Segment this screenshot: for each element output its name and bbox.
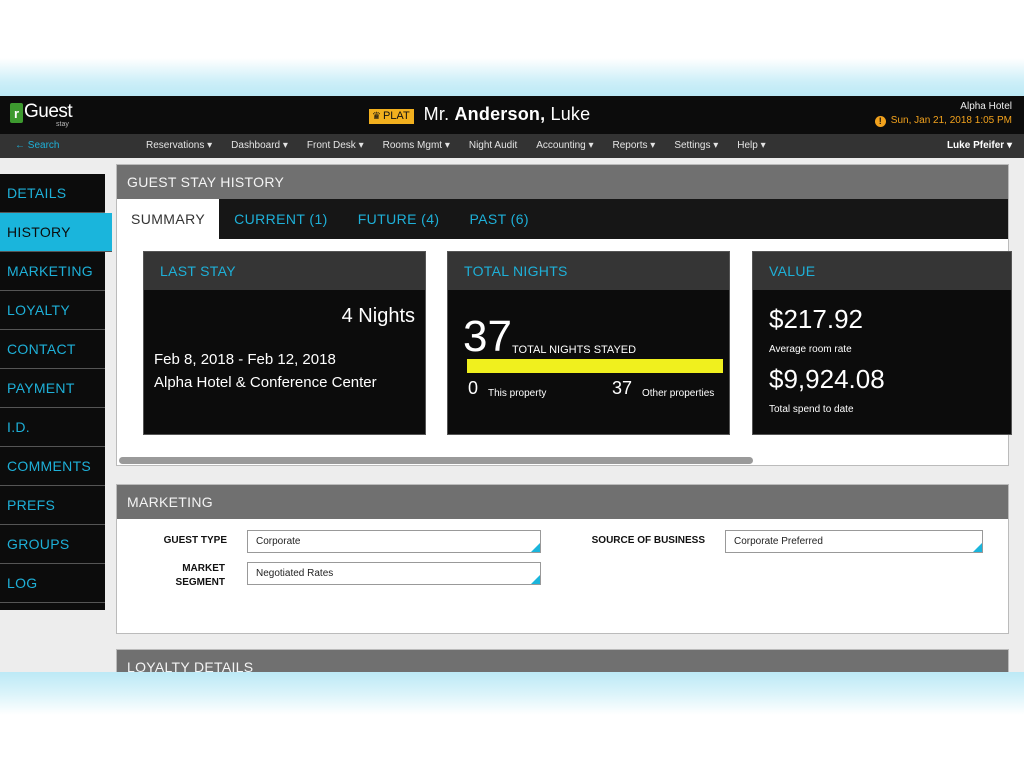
- last-stay-hotel: Alpha Hotel & Conference Center: [154, 374, 377, 391]
- other-properties-label: Other properties: [642, 388, 715, 399]
- market-segment-label-line1: MARKET: [182, 563, 225, 574]
- total-nights-card: TOTAL NIGHTS 37 TOTAL NIGHTS STAYED 0 Th…: [447, 251, 730, 435]
- market-segment-label: MARKET SEGMENT: [157, 562, 225, 590]
- nav-settings[interactable]: Settings ▾: [674, 134, 718, 158]
- nights-progress-track: [467, 359, 723, 373]
- guest-type-label: GUEST TYPE: [163, 535, 227, 546]
- nav-reservations[interactable]: Reservations ▾: [146, 134, 212, 158]
- crown-icon: ♛: [372, 110, 381, 122]
- nav-accounting[interactable]: Accounting ▾: [536, 134, 593, 158]
- value-card: VALUE $217.92 Average room rate $9,924.0…: [752, 251, 1012, 435]
- hotel-info: Alpha Hotel ! Sun, Jan 21, 2018 1:05 PM: [874, 101, 1012, 129]
- sidebar-item-marketing[interactable]: MARKETING: [0, 252, 105, 291]
- dropdown-corner-icon: [531, 575, 540, 584]
- hotel-datetime-row: ! Sun, Jan 21, 2018 1:05 PM: [874, 113, 1012, 129]
- last-stay-nights: 4 Nights: [341, 305, 415, 327]
- sidebar-item-comments[interactable]: COMMENTS: [0, 447, 105, 486]
- guest-type-value: Corporate: [256, 536, 301, 547]
- history-tabs: SUMMARY CURRENT (1) FUTURE (4) PAST (6): [117, 199, 1008, 239]
- logo-subtext: stay: [56, 121, 69, 128]
- total-nights-title: TOTAL NIGHTS: [448, 252, 729, 290]
- other-properties-count: 37: [612, 378, 633, 398]
- sidebar-item-details[interactable]: DETAILS: [0, 174, 105, 213]
- market-segment-value: Negotiated Rates: [256, 568, 334, 579]
- nav-bar: ← Search Reservations ▾ Dashboard ▾ Fron…: [0, 134, 1024, 158]
- top-glow: [0, 58, 1024, 98]
- nights-progress-fill: [467, 359, 723, 373]
- horizontal-scrollbar[interactable]: [119, 457, 753, 464]
- nav-help[interactable]: Help ▾: [737, 134, 765, 158]
- nav-menu: Reservations ▾ Dashboard ▾ Front Desk ▾ …: [146, 134, 785, 158]
- search-link[interactable]: ← Search: [15, 134, 59, 158]
- app-window: r Guest stay ♛ PLAT Mr. Anderson, Luke A…: [0, 96, 1024, 672]
- loyalty-panel: LOYALTY DETAILS: [116, 649, 1009, 672]
- dropdown-corner-icon: [531, 543, 540, 552]
- nav-reports[interactable]: Reports ▾: [613, 134, 656, 158]
- hotel-name: Alpha Hotel: [960, 101, 1012, 112]
- sidebar-item-payment[interactable]: PAYMENT: [0, 369, 105, 408]
- total-nights-count: 37: [463, 312, 512, 361]
- value-title: VALUE: [753, 252, 1011, 290]
- app-logo[interactable]: r Guest stay: [10, 101, 73, 129]
- dropdown-corner-icon: [973, 543, 982, 552]
- alert-icon[interactable]: !: [874, 115, 886, 127]
- user-menu[interactable]: Luke Pfeifer ▾: [947, 134, 1012, 158]
- marketing-title: MARKETING: [117, 485, 1008, 519]
- logo-text: Guest: [24, 101, 73, 122]
- market-segment-field[interactable]: Negotiated Rates: [247, 562, 541, 585]
- last-stay-dates: Feb 8, 2018 - Feb 12, 2018: [154, 351, 336, 368]
- market-segment-label-line2: SEGMENT: [175, 577, 225, 588]
- sidebar-item-contact[interactable]: CONTACT: [0, 330, 105, 369]
- hotel-datetime: Sun, Jan 21, 2018 1:05 PM: [890, 115, 1012, 126]
- last-stay-card: LAST STAY 4 Nights Feb 8, 2018 - Feb 12,…: [143, 251, 426, 435]
- guest-prefix: Mr.: [423, 104, 450, 124]
- bottom-glow: [0, 670, 1024, 715]
- nav-rooms-mgmt[interactable]: Rooms Mgmt ▾: [383, 134, 450, 158]
- loyalty-title: LOYALTY DETAILS: [117, 650, 1008, 672]
- total-nights-label: TOTAL NIGHTS STAYED: [512, 344, 637, 356]
- source-of-business-field[interactable]: Corporate Preferred: [725, 530, 983, 553]
- sidebar-item-log[interactable]: LOG: [0, 564, 105, 603]
- marketing-panel: MARKETING GUEST TYPE Corporate MARKET SE…: [116, 484, 1009, 634]
- sidebar-end: [0, 603, 105, 610]
- tab-future[interactable]: FUTURE (4): [343, 199, 455, 239]
- guest-type-field[interactable]: Corporate: [247, 530, 541, 553]
- sidebar-item-history[interactable]: HISTORY: [0, 213, 112, 252]
- sidebar-item-groups[interactable]: GROUPS: [0, 525, 105, 564]
- avg-rate-value: $217.92: [769, 304, 863, 334]
- tier-badge: ♛ PLAT: [369, 108, 414, 124]
- tab-current[interactable]: CURRENT (1): [219, 199, 343, 239]
- logo-mark-icon: r: [10, 103, 23, 123]
- nav-dashboard[interactable]: Dashboard ▾: [231, 134, 288, 158]
- guest-last-name: Anderson,: [454, 104, 546, 124]
- avg-rate-label: Average room rate: [769, 344, 852, 355]
- nav-front-desk[interactable]: Front Desk ▾: [307, 134, 364, 158]
- guest-first-name: Luke: [550, 104, 591, 124]
- guest-name: Mr. Anderson, Luke: [424, 104, 591, 125]
- sidebar-item-id[interactable]: I.D.: [0, 408, 105, 447]
- this-property-count: 0: [468, 378, 479, 398]
- total-spend-value: $9,924.08: [769, 364, 885, 394]
- source-of-business-label: SOURCE OF BUSINESS: [591, 535, 705, 546]
- total-spend-label: Total spend to date: [769, 404, 854, 415]
- sidebar-item-prefs[interactable]: PREFS: [0, 486, 105, 525]
- tab-past[interactable]: PAST (6): [454, 199, 543, 239]
- source-of-business-value: Corporate Preferred: [734, 536, 823, 547]
- tab-summary[interactable]: SUMMARY: [117, 199, 220, 239]
- tier-label: PLAT: [382, 110, 410, 122]
- stay-history-panel: GUEST STAY HISTORY SUMMARY CURRENT (1) F…: [116, 164, 1012, 466]
- last-stay-title: LAST STAY: [144, 252, 425, 290]
- guest-header: ♛ PLAT Mr. Anderson, Luke: [369, 104, 590, 125]
- profile-sidebar: DETAILS HISTORY MARKETING LOYALTY CONTAC…: [0, 174, 112, 610]
- nav-night-audit[interactable]: Night Audit: [469, 134, 517, 158]
- top-bar: r Guest stay ♛ PLAT Mr. Anderson, Luke A…: [0, 96, 1024, 134]
- stay-history-title: GUEST STAY HISTORY: [117, 165, 1008, 199]
- sidebar-item-loyalty[interactable]: LOYALTY: [0, 291, 105, 330]
- this-property-label: This property: [488, 388, 547, 399]
